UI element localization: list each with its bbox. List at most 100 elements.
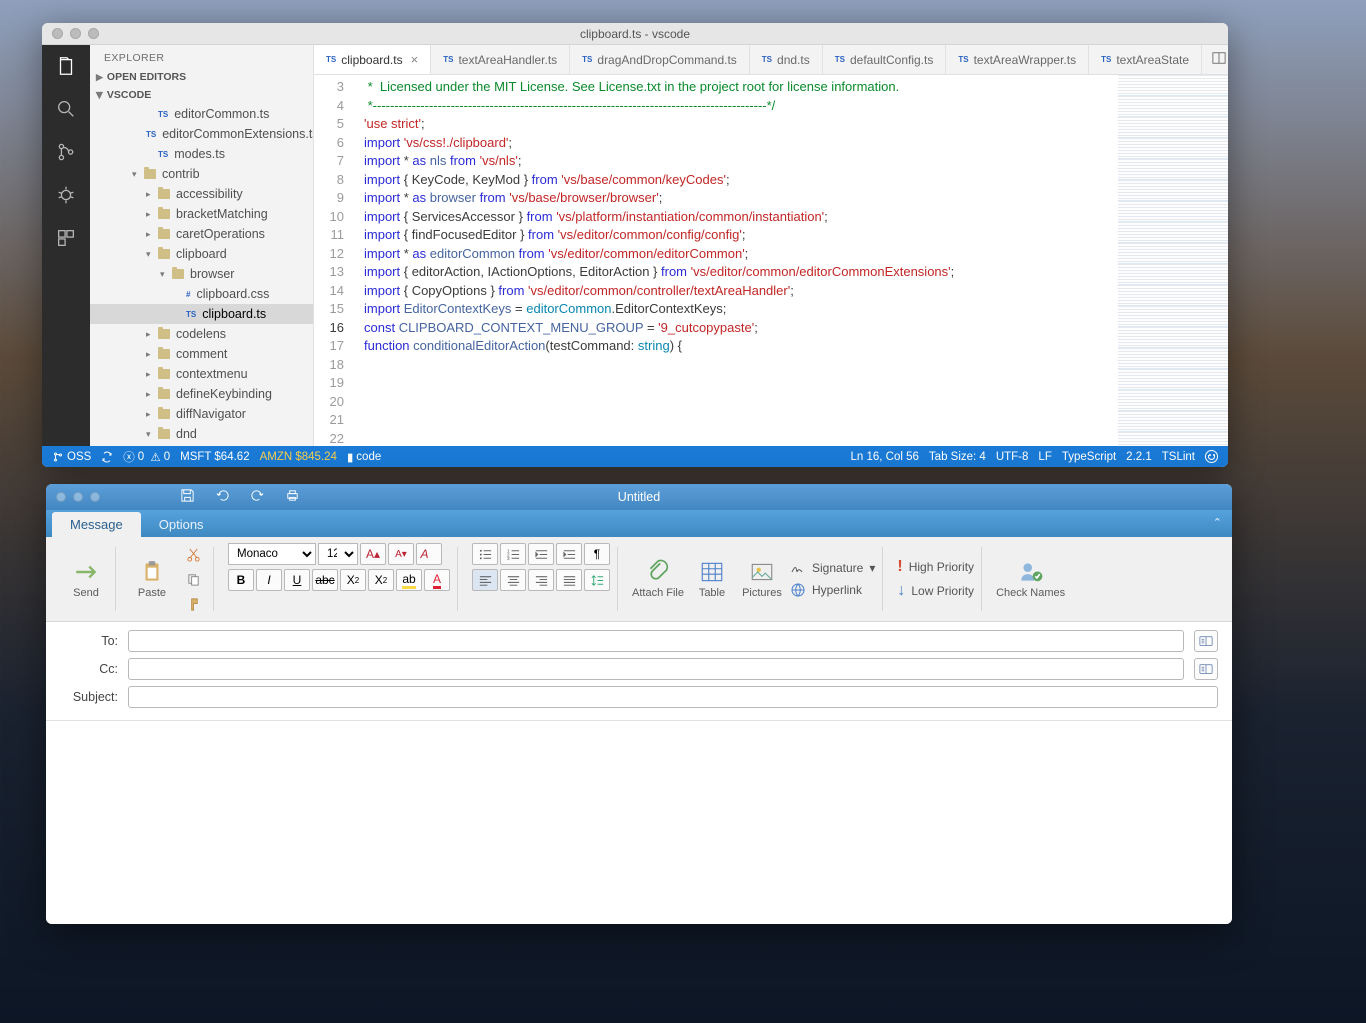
folder-bracketMatching[interactable]: ▸bracketMatching	[90, 204, 313, 224]
to-addressbook-button[interactable]	[1194, 630, 1218, 652]
folder-indicator[interactable]: ▮ code	[347, 450, 381, 464]
vscode-titlebar[interactable]: clipboard.ts - vscode	[42, 23, 1228, 45]
paragraph-marks-button[interactable]: ¶	[584, 543, 610, 565]
high-priority-button[interactable]: !High Priority	[897, 558, 974, 576]
signature-button[interactable]: Signature ▾	[790, 560, 875, 576]
stock-msft[interactable]: MSFT $64.62	[180, 451, 249, 463]
low-priority-button[interactable]: ↓Low Priority	[897, 582, 974, 600]
justify-button[interactable]	[556, 569, 582, 591]
tab-defaultConfig.ts[interactable]: TSdefaultConfig.ts	[823, 45, 947, 74]
file-editorCommonExtensions.ts[interactable]: TSeditorCommonExtensions.ts	[90, 124, 313, 144]
attach-file-button[interactable]: Attach File	[632, 559, 684, 599]
tab-textAreaHandler.ts[interactable]: TStextAreaHandler.ts	[431, 45, 570, 74]
format-painter-icon[interactable]	[180, 593, 206, 615]
hyperlink-button[interactable]: Hyperlink	[790, 582, 875, 598]
errors-indicator[interactable]: ⓧ 0 ⚠ 0	[123, 449, 170, 465]
stock-amzn[interactable]: AMZN $845.24	[260, 451, 337, 463]
subject-input[interactable]	[128, 686, 1218, 708]
font-color-button[interactable]: A	[424, 569, 450, 591]
to-input[interactable]	[128, 630, 1184, 652]
file-clipboard.css[interactable]: #clipboard.css	[90, 284, 313, 304]
folder-comment[interactable]: ▸comment	[90, 344, 313, 364]
shrink-font-icon[interactable]: A▾	[388, 543, 414, 565]
grow-font-icon[interactable]: A▴	[360, 543, 386, 565]
folder-dnd[interactable]: ▾dnd	[90, 424, 313, 444]
file-tree: TSeditorCommon.tsTSeditorCommonExtension…	[90, 104, 313, 446]
tslint[interactable]: TSLint	[1162, 451, 1195, 463]
encoding[interactable]: UTF-8	[996, 451, 1029, 463]
font-size-select[interactable]: 12	[318, 543, 358, 565]
folder-diffNavigator[interactable]: ▸diffNavigator	[90, 404, 313, 424]
folder-accessibility[interactable]: ▸accessibility	[90, 184, 313, 204]
tab-dragAndDropCommand.ts[interactable]: TSdragAndDropCommand.ts	[570, 45, 750, 74]
minimap[interactable]	[1118, 75, 1228, 446]
italic-button[interactable]: I	[256, 569, 282, 591]
ribbon: Send Paste Monaco 12 A▴ A▾ A⃠ B	[46, 537, 1232, 622]
numbering-button[interactable]: 123	[500, 543, 526, 565]
folder-defineKeybinding[interactable]: ▸defineKeybinding	[90, 384, 313, 404]
explorer-icon[interactable]	[55, 55, 77, 80]
folder-clipboard[interactable]: ▾clipboard	[90, 244, 313, 264]
copy-icon[interactable]	[180, 568, 206, 590]
superscript-button[interactable]: X2	[368, 569, 394, 591]
folder-contextmenu[interactable]: ▸contextmenu	[90, 364, 313, 384]
extensions-icon[interactable]	[55, 227, 77, 252]
highlight-button[interactable]: ab	[396, 569, 422, 591]
bold-button[interactable]: B	[228, 569, 254, 591]
align-right-button[interactable]	[528, 569, 554, 591]
tab-textAreaState[interactable]: TStextAreaState	[1089, 45, 1202, 74]
close-icon[interactable]: ×	[411, 52, 419, 67]
folder-caretOperations[interactable]: ▸caretOperations	[90, 224, 313, 244]
cc-addressbook-button[interactable]	[1194, 658, 1218, 680]
ts-version[interactable]: 2.2.1	[1126, 451, 1152, 463]
cursor-position[interactable]: Ln 16, Col 56	[851, 451, 919, 463]
language-mode[interactable]: TypeScript	[1062, 451, 1116, 463]
file-modes.ts[interactable]: TSmodes.ts	[90, 144, 313, 164]
tab-clipboard.ts[interactable]: TSclipboard.ts×	[314, 45, 431, 74]
align-center-button[interactable]	[500, 569, 526, 591]
folder-codelens[interactable]: ▸codelens	[90, 324, 313, 344]
folder-browser[interactable]: ▾browser	[90, 264, 313, 284]
strikethrough-button[interactable]: abc	[312, 569, 338, 591]
root-folder-section[interactable]: ▶VSCODE	[90, 86, 313, 104]
tab-message[interactable]: Message	[52, 512, 141, 537]
search-icon[interactable]	[55, 98, 77, 123]
debug-icon[interactable]	[55, 184, 77, 209]
increase-indent-button[interactable]	[556, 543, 582, 565]
table-button[interactable]: Table	[690, 559, 734, 599]
font-name-select[interactable]: Monaco	[228, 543, 316, 565]
send-button[interactable]: Send	[64, 559, 108, 599]
underline-button[interactable]: U	[284, 569, 310, 591]
paste-button[interactable]: Paste	[130, 559, 174, 599]
folder-contrib[interactable]: ▾contrib	[90, 164, 313, 184]
eol[interactable]: LF	[1038, 451, 1051, 463]
open-editors-section[interactable]: ▶OPEN EDITORS	[90, 68, 313, 86]
pictures-button[interactable]: Pictures	[740, 559, 784, 599]
feedback-icon[interactable]	[1205, 450, 1218, 463]
align-left-button[interactable]	[472, 569, 498, 591]
mail-body[interactable]	[46, 721, 1232, 924]
scm-icon[interactable]	[55, 141, 77, 166]
decrease-indent-button[interactable]	[528, 543, 554, 565]
check-names-button[interactable]: Check Names	[996, 559, 1065, 599]
file-clipboard.ts[interactable]: TSclipboard.ts	[90, 304, 313, 324]
activity-bar	[42, 45, 90, 446]
tab-dnd.ts[interactable]: TSdnd.ts	[750, 45, 823, 74]
line-spacing-button[interactable]	[584, 569, 610, 591]
tab-textAreaWrapper.ts[interactable]: TStextAreaWrapper.ts	[946, 45, 1089, 74]
file-editorCommon.ts[interactable]: TSeditorCommon.ts	[90, 104, 313, 124]
cc-input[interactable]	[128, 658, 1184, 680]
mail-titlebar[interactable]: Untitled	[46, 484, 1232, 510]
branch-indicator[interactable]: OSS	[52, 451, 91, 463]
clear-formatting-icon[interactable]: A⃠	[416, 543, 442, 565]
code-editor[interactable]: 345678910111213141516171819202122 * Lice…	[314, 75, 1228, 446]
subscript-button[interactable]: X2	[340, 569, 366, 591]
tab-options[interactable]: Options	[141, 512, 222, 537]
bullets-button[interactable]	[472, 543, 498, 565]
code-content[interactable]: * Licensed under the MIT License. See Li…	[360, 75, 1118, 446]
collapse-ribbon-icon[interactable]: ⌃	[1213, 516, 1222, 529]
tab-size[interactable]: Tab Size: 4	[929, 451, 986, 463]
split-editor-icon[interactable]	[1212, 51, 1226, 68]
sync-icon[interactable]	[101, 451, 113, 463]
cut-icon[interactable]	[180, 543, 206, 565]
